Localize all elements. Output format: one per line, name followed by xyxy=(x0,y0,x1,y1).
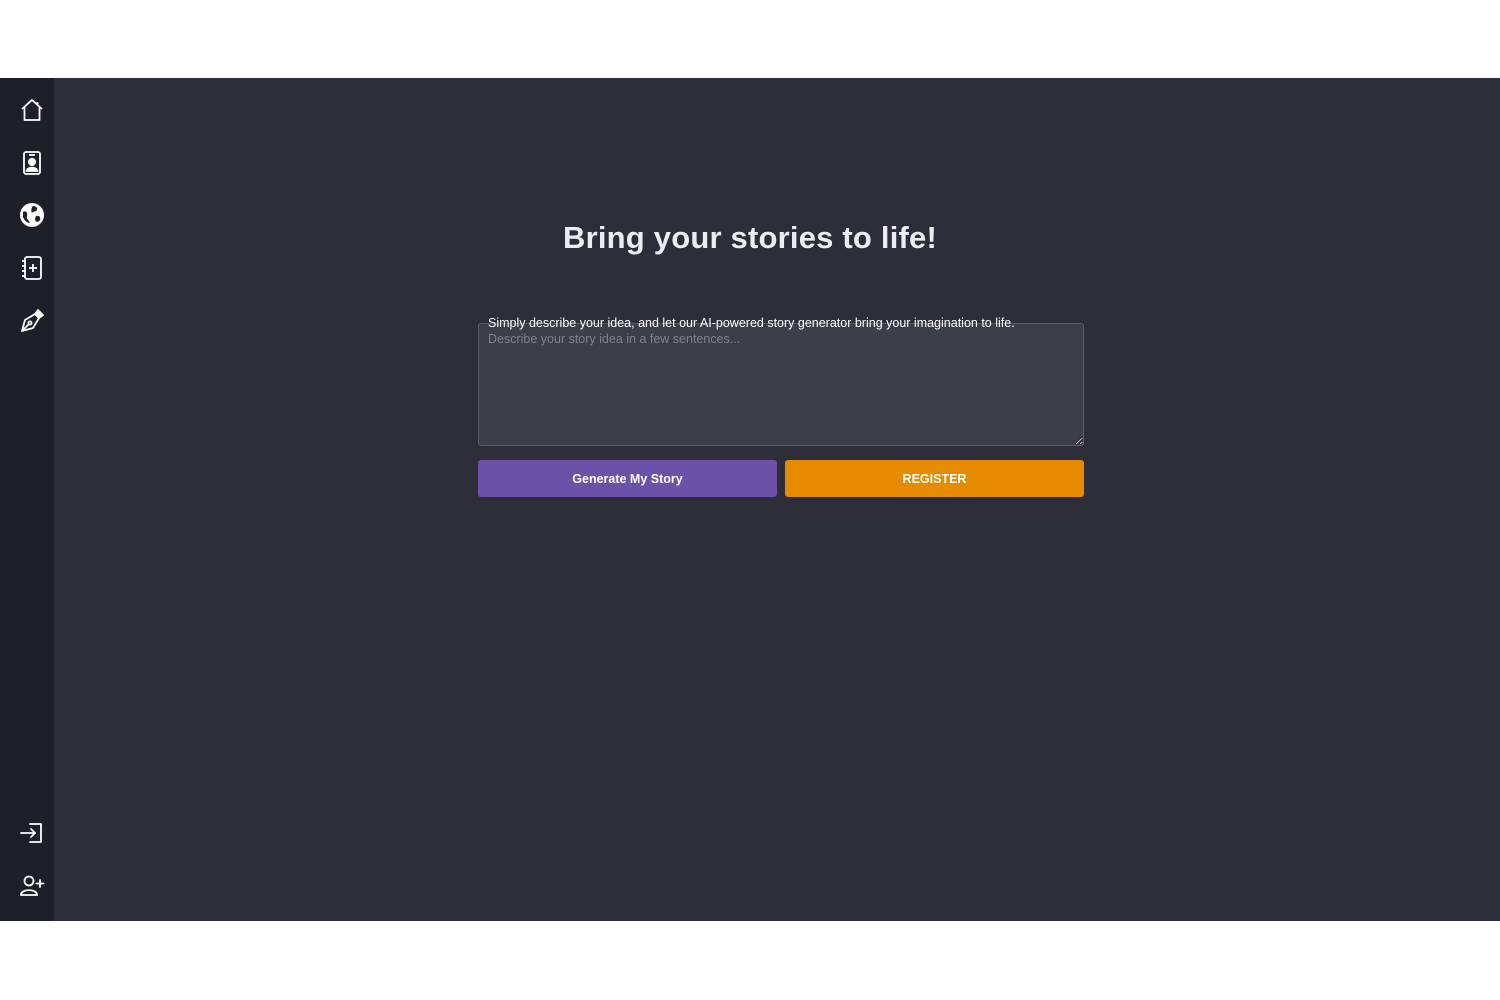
pen-nib-icon xyxy=(21,309,44,332)
sidebar-item-register[interactable] xyxy=(10,864,54,908)
login-icon xyxy=(20,823,42,843)
main-content: Bring your stories to life! Simply descr… xyxy=(54,78,1500,921)
sidebar-item-new-story[interactable] xyxy=(10,246,54,290)
sidebar-item-profile[interactable] xyxy=(10,141,54,185)
add-user-icon xyxy=(20,875,45,896)
register-button[interactable]: REGISTER xyxy=(785,460,1084,497)
add-notebook-icon xyxy=(22,256,42,280)
sidebar-item-login[interactable] xyxy=(10,811,54,855)
sidebar-item-home[interactable] xyxy=(10,88,54,132)
sidebar-item-write[interactable] xyxy=(10,298,54,342)
sidebar-item-explore[interactable] xyxy=(10,193,54,237)
home-icon xyxy=(21,99,43,121)
sidebar xyxy=(0,78,54,921)
generate-story-button[interactable]: Generate My Story xyxy=(478,460,777,497)
profile-card-icon xyxy=(23,151,41,175)
globe-icon xyxy=(20,203,44,227)
app-window: Bring your stories to life! Simply descr… xyxy=(0,78,1500,921)
story-idea-input[interactable] xyxy=(478,323,1084,446)
page-title: Bring your stories to life! xyxy=(563,220,937,255)
idea-prompt-label: Simply describe your idea, and let our A… xyxy=(488,316,1015,330)
